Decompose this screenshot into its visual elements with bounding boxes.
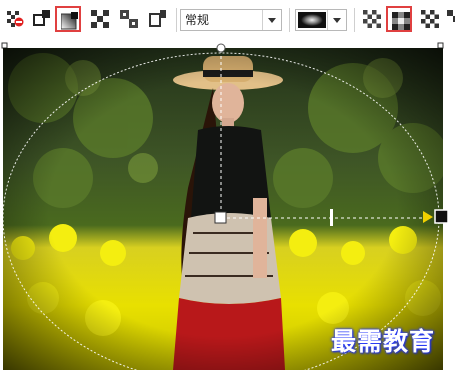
arrow-handle — [423, 211, 433, 223]
transparency-square-icon[interactable] — [145, 6, 171, 32]
pattern-4-icon[interactable] — [443, 6, 455, 32]
toolbar-separator — [289, 8, 290, 32]
transparency-swatch-icon — [298, 12, 326, 28]
center-handle — [214, 211, 227, 224]
end-color-node — [434, 209, 449, 224]
toolbar-separator — [354, 8, 355, 32]
pattern-2-icon[interactable] — [386, 6, 412, 32]
transparency-handles — [214, 43, 449, 226]
pattern-1-icon[interactable] — [359, 6, 385, 32]
ellipse-top-handle — [216, 43, 226, 53]
toolbar-separator — [176, 8, 177, 32]
pattern-3-icon[interactable] — [417, 6, 443, 32]
transparency-clear-icon[interactable] — [2, 6, 28, 32]
midpoint-slider-handle — [330, 209, 333, 226]
chevron-down-icon[interactable] — [327, 10, 346, 30]
transparency-conical-icon[interactable] — [87, 6, 113, 32]
property-bar: 常规 — [0, 0, 455, 41]
transparency-elliptical-icon[interactable] — [55, 6, 81, 32]
merge-mode-dropdown[interactable]: 常规 — [180, 9, 282, 31]
transparency-rectangular-icon[interactable] — [116, 6, 142, 32]
transparency-picker[interactable] — [295, 9, 347, 31]
drawing-canvas[interactable]: 最需教育 — [0, 40, 455, 374]
transparency-linear-icon[interactable] — [29, 6, 55, 32]
merge-mode-value: 常规 — [185, 13, 210, 27]
chevron-down-icon[interactable] — [262, 10, 281, 30]
